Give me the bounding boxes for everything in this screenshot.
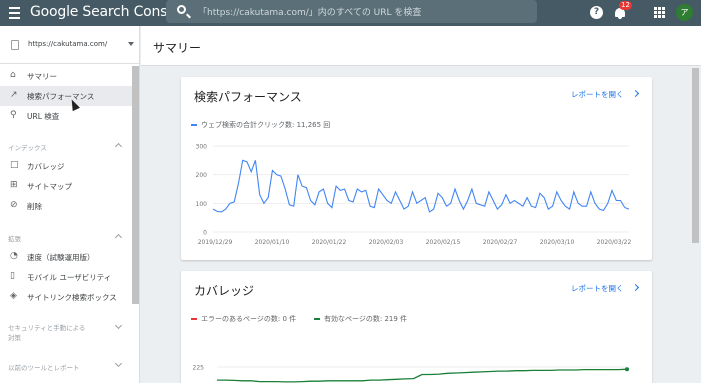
coverage-icon: □ [10,160,19,170]
page-header: サマリー [141,26,701,66]
search-input[interactable]: 「https://cakutama.com/」内のすべての URL を検査 [198,5,421,18]
sidebar-item-label: サマリー [27,72,57,81]
sidebar-item-label: モバイル ユーザビリティ [27,273,112,282]
search-icon [177,5,186,14]
chevron-up-icon[interactable] [114,233,123,242]
section-index-header[interactable]: インデックス [8,142,47,152]
sidebar-item-speed[interactable]: ◔ 速度（試験運用版） [0,247,132,267]
sidebar-item-removals[interactable]: ⊘ 削除 [0,196,132,216]
x-tick-label: 2020/01/22 [312,239,347,246]
y-tick-label: 225 [193,365,205,372]
mobile-icon: ▯ [10,271,15,281]
page-title: サマリー [153,41,202,55]
x-tick-label: 2020/03/10 [540,239,575,246]
property-icon [11,40,19,50]
x-tick-label: 2020/02/15 [426,239,461,246]
sidebar-item-label: 速度（試験運用版） [27,253,95,262]
menu-icon[interactable] [9,7,20,19]
chevron-down-icon[interactable] [114,359,123,368]
search-icon: ⚲ [10,110,17,120]
speed-icon: ◔ [10,251,18,261]
sidebar-item-label: 検索パフォーマンス [27,92,95,101]
sidebar-item-label: サイトリンク検索ボックス [27,293,117,302]
layers-icon: ◈ [10,291,17,301]
sidebar-item-label: 削除 [27,202,42,211]
sidebar: https://cakutama.com/ ⌂ サマリー ↗ 検索パフォーマンス… [0,26,140,383]
property-selector[interactable]: https://cakutama.com/ [0,26,139,64]
x-tick-label: 2020/03/22 [597,239,632,246]
account-avatar[interactable]: ア [676,4,693,21]
notification-badge: 12 [619,1,632,10]
remove-icon: ⊘ [10,200,18,210]
section-legacy-header[interactable]: 以前のツールとレポート [8,362,80,372]
chevron-down-icon [128,42,134,46]
home-icon: ⌂ [10,70,16,80]
coverage-last-point [625,367,629,372]
sidebar-item-performance[interactable]: ↗ 検索パフォーマンス [0,86,132,106]
sidebar-item-label: サイトマップ [27,182,72,191]
sidebar-item-sitemaps[interactable]: ⊞ サイトマップ [0,176,132,196]
main-scrollbar[interactable] [692,68,699,243]
sidebar-item-url-inspection[interactable]: ⚲ URL 検査 [0,106,132,126]
x-tick-label: 2019/12/29 [198,239,233,246]
performance-card: 検索パフォーマンス レポートを開く ウェブ検索の合計クリック数: 11,265 … [181,77,652,260]
y-tick-label: 300 [196,144,208,151]
top-app-bar: Google Search Console 「https://cakutama.… [0,0,701,26]
trending-icon: ↗ [10,90,18,100]
chevron-down-icon[interactable] [114,321,123,330]
sidebar-item-coverage[interactable]: □ カバレッジ [0,156,132,176]
performance-series-line [212,159,630,213]
chevron-up-icon[interactable] [114,142,123,151]
x-tick-label: 2020/02/27 [483,239,518,246]
section-security-header[interactable]: セキュリティと手動による [8,322,85,332]
x-tick-label: 2020/01/10 [255,239,290,246]
section-extensions-header[interactable]: 拡張 [8,233,21,243]
main-content: サマリー 検索パフォーマンス レポートを開く ウェブ検索の合計クリック数: 11… [141,26,701,383]
y-tick-label: 100 [196,201,208,208]
url-inspection-search[interactable]: 「https://cakutama.com/」内のすべての URL を検査 [166,0,537,23]
sidebar-item-label: カバレッジ [27,162,65,171]
y-tick-label: 200 [196,172,208,179]
performance-chart: 300 200 100 0 2019/12/29 2020/01/10 2020/01/22… [196,144,632,247]
sidebar-item-label: URL 検査 [27,112,60,121]
sidebar-item-summary[interactable]: ⌂ サマリー [0,66,132,86]
coverage-valid-series-line [217,368,628,383]
coverage-chart: 225150 [193,365,629,383]
sidebar-item-mobile-usability[interactable]: ▯ モバイル ユーザビリティ [0,267,132,287]
sitemap-icon: ⊞ [10,180,18,190]
apps-grid-icon[interactable] [654,7,665,18]
coverage-card: カバレッジ レポートを開く エラーのあるページの数: 0 件 有効なページの数:… [181,271,652,383]
section-security-header-line2: 対策 [8,334,21,342]
help-icon[interactable]: ? [590,6,603,19]
sidebar-item-sitelinks-searchbox[interactable]: ◈ サイトリンク検索ボックス [0,287,132,307]
property-label: https://cakutama.com/ [28,40,108,48]
sidebar-scrollbar[interactable] [132,66,139,304]
app-brand[interactable]: Google Search Console [30,4,188,20]
y-tick-label: 0 [203,230,207,237]
x-tick-label: 2020/02/03 [369,239,404,246]
